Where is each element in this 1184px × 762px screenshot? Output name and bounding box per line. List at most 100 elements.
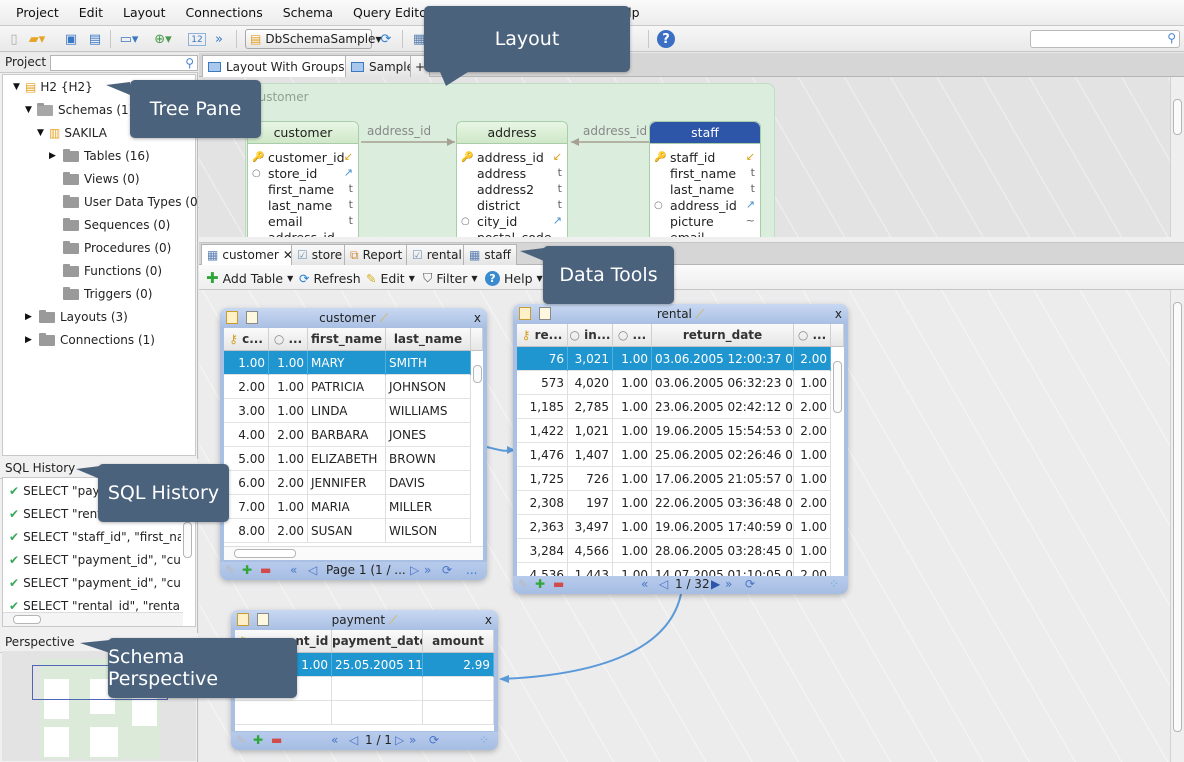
table-row[interactable]: 5.00 1.00 ELIZABETH BROWN [224,447,471,471]
table-cell[interactable]: 1.00 [613,419,652,443]
add-row-icon[interactable]: ✚ [253,733,263,747]
close-icon[interactable]: x [485,610,492,630]
add-row-icon[interactable]: ✚ [535,577,545,591]
entity-customer[interactable]: customer 🔑 customer_id ↙ ○ store_id ↗ first_… [247,121,359,237]
column-header[interactable]: first_name [308,328,386,351]
expand-icon[interactable]: ▼ [25,100,35,120]
resize-grip-icon[interactable]: ⁘ [829,577,839,591]
table-row[interactable]: 2,308 197 1.00 22.06.2005 03:36:48 000 2.00 [517,491,831,515]
table-cell[interactable]: 1.00 [224,351,269,375]
table-cell[interactable]: BARBARA [308,423,386,447]
data-explorer-canvas[interactable]: customer ⟋ x ⚷ c... ○ ... first_name las… [199,290,1184,762]
column-header[interactable]: ○ ... [794,324,831,347]
column-name[interactable]: postal_code [477,230,552,237]
table-cell[interactable]: 4,020 [568,371,613,395]
table-cell[interactable]: JOHNSON [386,375,471,399]
table-cell[interactable]: 1,422 [517,419,568,443]
menu-edit[interactable]: Edit [69,5,113,20]
column-name[interactable]: first_name [670,166,736,181]
next-page-icon[interactable]: ▷ [410,563,419,577]
table-cell[interactable]: SUSAN [308,519,386,543]
table-cell[interactable]: MARY [308,351,386,375]
tree-item-sakila[interactable]: ▼ ▥ SAKILA [37,123,107,143]
table-cell[interactable]: 1,407 [568,443,613,467]
grid-rental[interactable]: rental ⟋ x ⚷ re... ○ in... ○ ... return_… [513,304,848,594]
sql-history-item[interactable]: ✔ SELECT "payment_id", "custor [9,572,195,594]
table-cell[interactable]: 1.00 [794,443,831,467]
table-cell[interactable]: 1.00 [613,443,652,467]
next-page-icon[interactable]: ▷ [395,733,404,747]
table-row[interactable]: 8.00 2.00 SUSAN WILSON [224,519,471,543]
new-file-icon[interactable]: ▯ [5,30,23,48]
menu-project[interactable]: Project [6,5,69,20]
grid-title-bar[interactable]: payment ⟋ x [231,610,498,630]
resize-grip-icon[interactable]: ⁘ [479,733,489,747]
table-cell[interactable]: 17.06.2005 21:05:57 000 [652,467,794,491]
tab-store[interactable]: ☑ store [291,244,349,265]
table-cell[interactable] [423,677,494,701]
edit-icon[interactable]: ✎ [518,577,528,591]
entity-staff[interactable]: staff 🔑 staff_id ↙ first_name t last_name t … [649,121,761,237]
column-name[interactable]: city_id [477,214,517,229]
expand-icon[interactable]: ▶ [25,307,35,327]
delete-row-icon[interactable]: ▬ [260,563,271,577]
table-cell[interactable]: 1.00 [269,375,308,399]
column-name[interactable]: address_id [477,150,544,165]
column-name[interactable]: first_name [268,182,334,197]
table-cell[interactable]: 1.00 [613,371,652,395]
table-cell[interactable]: 76 [517,347,568,371]
tree-item-connections[interactable]: ▶ Connections (1) [25,330,155,350]
forward-icon[interactable]: » [210,30,228,48]
table-cell[interactable]: 1.00 [613,563,652,576]
relation-label[interactable]: address_id [367,124,431,138]
form-view-icon[interactable] [539,307,551,320]
tree-item-schemas[interactable]: ▼ Schemas (1) [25,100,133,120]
close-icon[interactable]: x [835,304,842,324]
table-cell[interactable]: 1.00 [269,447,308,471]
table-cell[interactable]: 2.00 [794,419,831,443]
delete-row-icon[interactable]: ▬ [271,733,282,747]
zoom-icon[interactable]: ⊕▾ [154,30,172,48]
table-cell[interactable]: 3,497 [568,515,613,539]
next-page-icon[interactable]: ▶ [711,577,720,591]
table-row[interactable] [235,701,494,725]
table-cell[interactable]: 4.00 [224,423,269,447]
add-row-icon[interactable]: ✚ [242,563,252,577]
table-row[interactable]: 4.00 2.00 BARBARA JONES [224,423,471,447]
diagram-vscrollbar[interactable] [1170,77,1184,237]
table-cell[interactable]: 2.00 [224,375,269,399]
global-search-input[interactable]: ⚲ [1030,30,1180,48]
edit-button[interactable]: ✎ Edit ▼ [366,269,415,287]
table-cell[interactable]: 1.00 [794,371,831,395]
table-row[interactable]: 2.00 1.00 PATRICIA JOHNSON [224,375,471,399]
grid-title-bar[interactable]: customer ⟋ x [220,308,487,328]
grid-hscrollbar[interactable] [224,546,483,560]
table-cell[interactable] [332,677,423,701]
add-table-button[interactable]: ✚ Add Table ▼ [206,269,293,287]
table-cell[interactable]: 25.06.2005 02:26:46 000 [652,443,794,467]
schema-select[interactable]: ▤ DbSchemaSample ▼ [245,29,382,49]
tree-item-tables[interactable]: ▶ Tables (16) [49,146,150,166]
column-name[interactable]: store_id [268,166,317,181]
column-name[interactable]: customer_id [268,150,345,165]
last-page-icon[interactable]: » [409,733,416,747]
table-cell[interactable]: 1,476 [517,443,568,467]
prev-page-icon[interactable]: ◁ [349,733,358,747]
refresh-icon[interactable]: ⟳ [442,563,452,577]
layout-toggle-icon[interactable] [519,307,531,320]
table-cell[interactable]: PATRICIA [308,375,386,399]
column-header[interactable]: payment_date [332,630,423,653]
column-name[interactable]: picture [670,214,714,229]
sql-history-item[interactable]: ✔ SELECT "payment_id", "custor [9,549,195,571]
table-row[interactable]: 1,422 1,021 1.00 19.06.2005 15:54:53 000 2.0… [517,419,831,443]
expand-icon[interactable]: ▼ [37,123,47,143]
edit-icon[interactable]: ✎ [236,733,246,747]
scroll-thumb[interactable] [1173,302,1182,732]
grid-title-bar[interactable]: rental ⟋ x [513,304,848,324]
last-page-icon[interactable]: » [424,563,431,577]
table-row[interactable]: 1,185 2,785 1.00 23.06.2005 02:42:12 000 2.0… [517,395,831,419]
tree-item-h2[interactable]: ▼ ▤ H2 {H2} [13,77,93,97]
table-cell[interactable]: 1.00 [613,467,652,491]
expand-icon[interactable]: ▶ [49,146,59,166]
table-cell[interactable]: 19.06.2005 15:54:53 000 [652,419,794,443]
